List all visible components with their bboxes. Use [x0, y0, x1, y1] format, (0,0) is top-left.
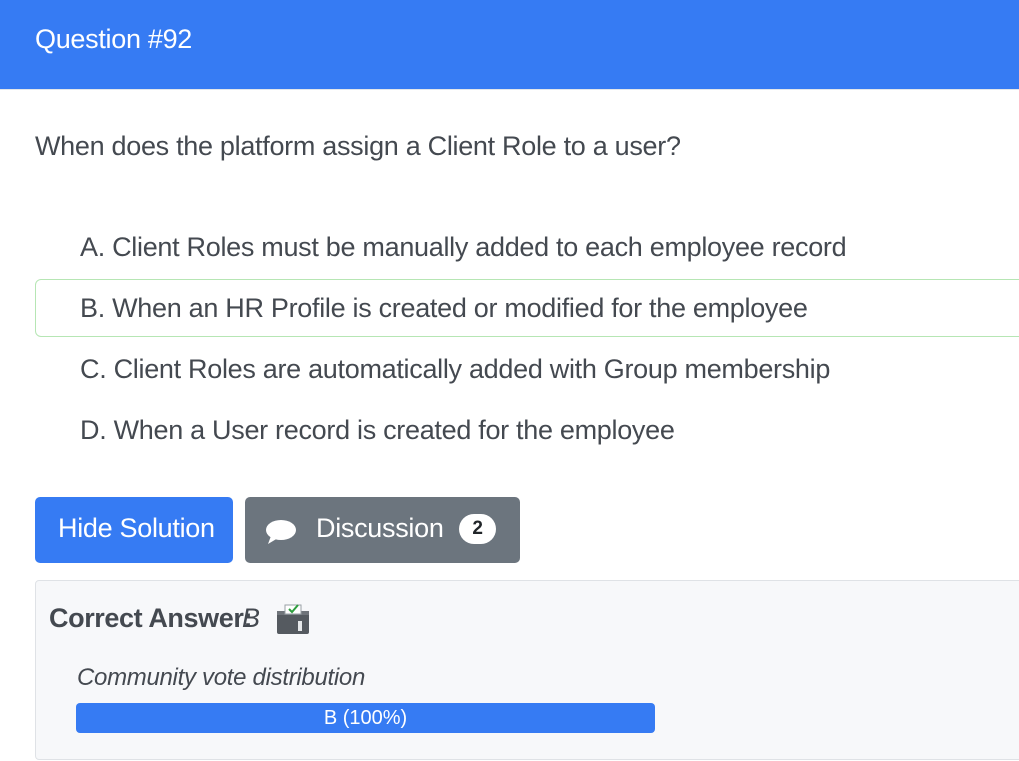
choice-b[interactable]: B. When an HR Profile is created or modi… — [35, 279, 1019, 337]
choice-d[interactable]: D. When a User record is created for the… — [35, 401, 1019, 459]
choice-c[interactable]: C. Client Roles are automatically added … — [35, 340, 1019, 398]
question-text: When does the platform assign a Client R… — [35, 131, 681, 161]
choice-d-text: D. When a User record is created for the… — [80, 415, 675, 445]
ballot-box-icon — [277, 604, 309, 634]
vote-bar-label-b: B (100%) — [323, 707, 408, 729]
hide-solution-label: Hide Solution — [58, 513, 215, 543]
correct-answer-value: B — [242, 603, 261, 633]
question-number: Question #92 — [35, 24, 193, 54]
discussion-button[interactable]: Discussion 2 — [245, 497, 520, 563]
choice-c-text: C. Client Roles are automatically added … — [80, 354, 831, 384]
choice-b-text: B. When an HR Profile is created or modi… — [80, 293, 808, 323]
choice-a[interactable]: A. Client Roles must be manually added t… — [35, 218, 1019, 276]
vote-distribution-label: Community vote distribution — [77, 664, 366, 691]
correct-answer-label: Correct Answer: — [49, 603, 253, 633]
hide-solution-button[interactable]: Hide Solution — [35, 497, 233, 563]
vote-distribution-bar: B (100%) — [76, 703, 655, 733]
discussion-count-badge: 2 — [459, 514, 496, 544]
question-header: Question #92 — [0, 0, 1019, 90]
choice-a-text: A. Client Roles must be manually added t… — [80, 232, 847, 262]
solution-panel: Correct Answer: B Community vote distrib… — [35, 580, 1019, 760]
discussion-label: Discussion — [316, 513, 444, 543]
chat-bubble-icon — [266, 520, 296, 544]
